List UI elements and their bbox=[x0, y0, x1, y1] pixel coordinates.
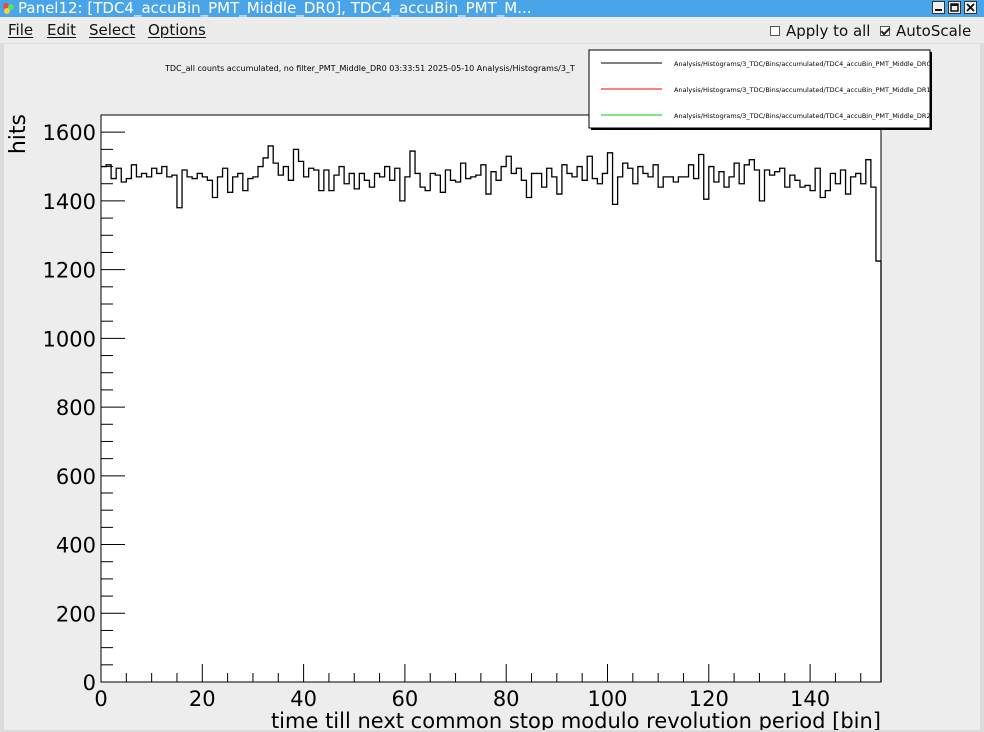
plot-canvas[interactable]: TDC_all counts accumulated, no filter_PM… bbox=[4, 44, 980, 730]
x-tick-label: 80 bbox=[493, 687, 520, 711]
x-tick-label: 20 bbox=[189, 687, 216, 711]
x-axis-label: time till next common stop modulo revolu… bbox=[271, 709, 881, 730]
app-icon bbox=[3, 3, 14, 14]
maximize-icon bbox=[950, 3, 959, 12]
minimize-button[interactable] bbox=[932, 1, 945, 14]
x-tick-label: 40 bbox=[290, 687, 317, 711]
x-tick-label: 60 bbox=[392, 687, 419, 711]
apply-to-all-option[interactable]: Apply to all bbox=[770, 22, 870, 40]
maximize-button[interactable] bbox=[948, 1, 961, 14]
close-button[interactable] bbox=[964, 1, 977, 14]
x-tick-label: 120 bbox=[689, 687, 729, 711]
chart-title: TDC_all counts accumulated, no filter_PM… bbox=[164, 64, 575, 73]
x-tick-label: 0 bbox=[94, 687, 107, 711]
menu-options[interactable]: Options bbox=[148, 21, 206, 39]
window-titlebar[interactable]: Panel12: [TDC4_accuBin_PMT_Middle_DR0], … bbox=[0, 0, 984, 17]
y-tick-label: 600 bbox=[56, 465, 96, 489]
close-icon bbox=[966, 3, 975, 12]
menu-edit[interactable]: Edit bbox=[47, 21, 76, 39]
menu-file[interactable]: File bbox=[8, 21, 33, 39]
autoscale-option[interactable]: AutoScale bbox=[880, 22, 971, 40]
autoscale-label: AutoScale bbox=[896, 22, 972, 40]
menu-select[interactable]: Select bbox=[89, 21, 135, 39]
legend-entry-2: Analysis/Histograms/3_TDC/Bins/accumulat… bbox=[674, 112, 931, 120]
plot-area: 020040060080010001200140016000 20 40 60 80 10… bbox=[43, 114, 882, 711]
apply-to-all-label: Apply to all bbox=[786, 22, 871, 40]
legend[interactable]: Analysis/Histograms/3_TDC/Bins/accumulat… bbox=[588, 49, 932, 130]
autoscale-checkbox[interactable] bbox=[880, 26, 890, 36]
histogram-chart[interactable]: TDC_all counts accumulated, no filter_PM… bbox=[4, 44, 980, 730]
x-tick-label: 100 bbox=[587, 687, 627, 711]
legend-entry-1: Analysis/Histograms/3_TDC/Bins/accumulat… bbox=[674, 86, 931, 94]
minimize-icon bbox=[935, 9, 942, 11]
y-tick-label: 1200 bbox=[43, 259, 96, 283]
y-tick-label: 400 bbox=[56, 534, 96, 558]
y-tick-label: 800 bbox=[56, 396, 96, 420]
y-tick-label: 200 bbox=[56, 602, 96, 626]
menu-bar: File Edit Select Options Apply to all Au… bbox=[0, 17, 984, 43]
window-title: Panel12: [TDC4_accuBin_PMT_Middle_DR0], … bbox=[18, 0, 532, 17]
y-tick-label: 1600 bbox=[43, 121, 96, 145]
legend-entry-0: Analysis/Histograms/3_TDC/Bins/accumulat… bbox=[674, 60, 931, 68]
y-tick-label: 1400 bbox=[43, 190, 96, 214]
x-tick-label: 140 bbox=[790, 687, 830, 711]
y-tick-label: 1000 bbox=[43, 327, 96, 351]
y-axis-label: hits bbox=[6, 114, 31, 154]
apply-to-all-checkbox[interactable] bbox=[770, 26, 780, 36]
